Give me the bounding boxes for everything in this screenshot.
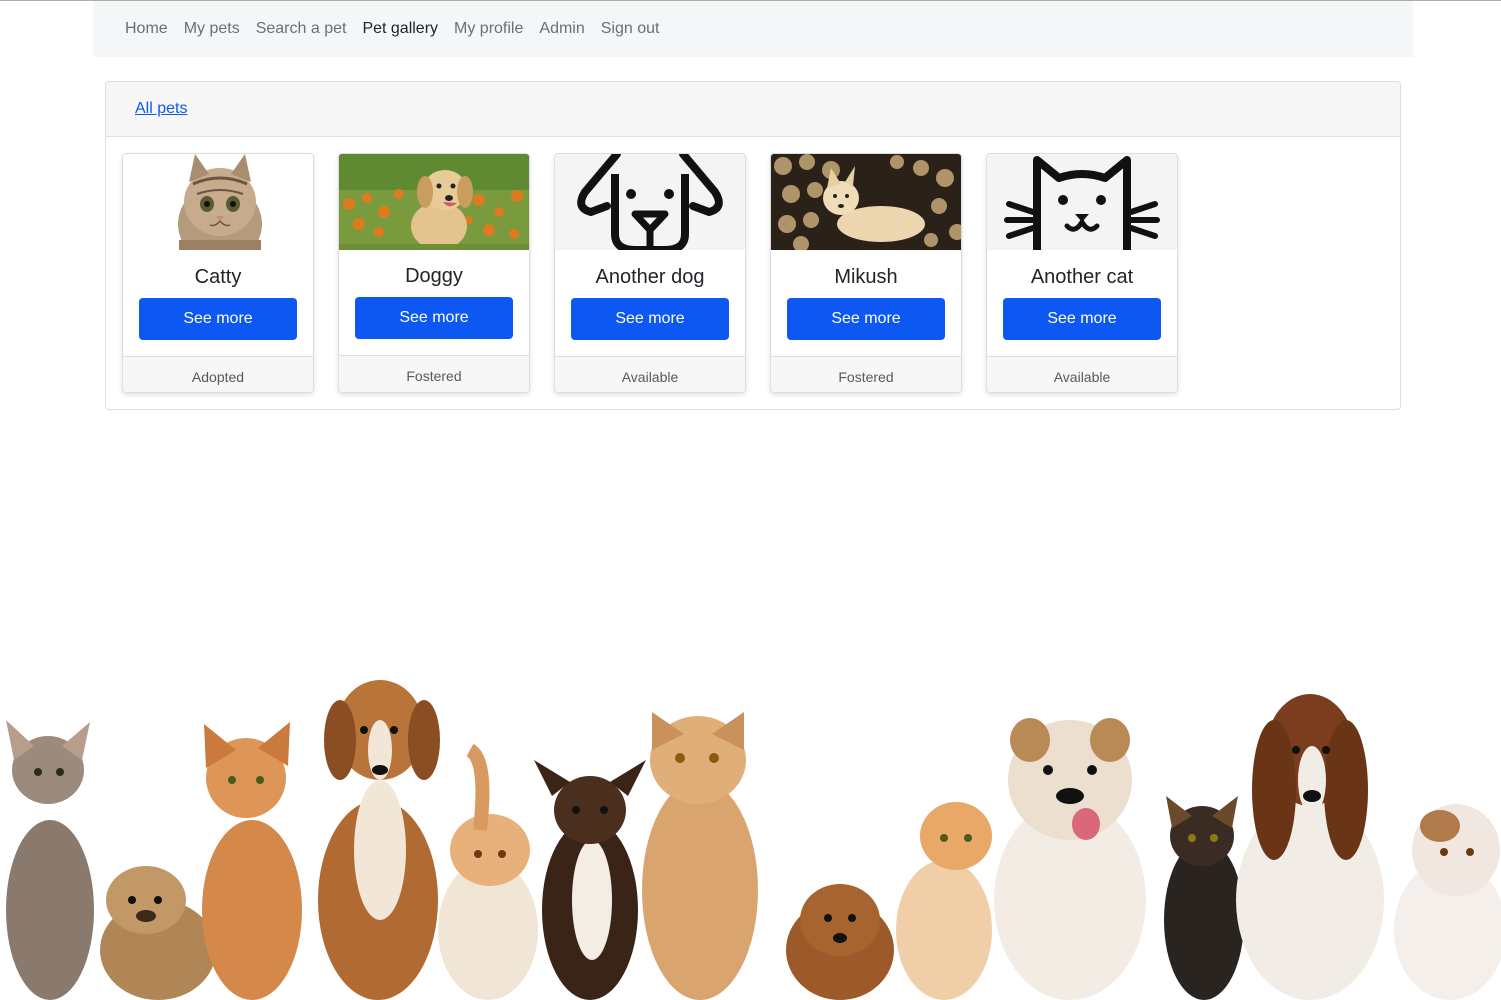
see-more-button[interactable]: See more xyxy=(355,297,513,339)
pet-gallery-panel: All pets Catty See more Adopted Doggy Se… xyxy=(105,81,1401,410)
pet-name: Mikush xyxy=(834,266,898,288)
nav-sign-out[interactable]: Sign out xyxy=(593,18,668,40)
see-more-button[interactable]: See more xyxy=(1003,298,1161,340)
all-pets-link[interactable]: All pets xyxy=(135,100,187,118)
nav-my-pets[interactable]: My pets xyxy=(176,18,248,40)
pet-card-another-dog: Another dog See more Available xyxy=(554,153,746,393)
see-more-button[interactable]: See more xyxy=(787,298,945,340)
pet-name: Another dog xyxy=(595,266,705,288)
pet-silhouette xyxy=(6,720,94,1000)
pet-name: Catty xyxy=(194,266,242,288)
nav-home[interactable]: Home xyxy=(125,18,176,40)
cats-and-dogs-lineup-photo xyxy=(0,600,1501,1000)
see-more-button[interactable]: See more xyxy=(571,298,729,340)
pet-name: Doggy xyxy=(405,265,463,287)
pet-status: Available xyxy=(555,356,745,392)
nav-my-profile[interactable]: My profile xyxy=(446,18,531,40)
dog-photo xyxy=(771,154,961,250)
cat-photo xyxy=(123,154,313,250)
pet-status: Fostered xyxy=(339,355,529,392)
dog-outline-icon xyxy=(555,154,745,250)
pet-name: Another cat xyxy=(1030,266,1134,288)
cat-outline-icon xyxy=(987,154,1177,250)
navbar: Home My pets Search a pet Pet gallery My… xyxy=(93,1,1413,57)
panel-header: All pets xyxy=(106,82,1400,137)
nav-admin[interactable]: Admin xyxy=(531,18,592,40)
pet-card-catty: Catty See more Adopted xyxy=(122,153,314,393)
see-more-button[interactable]: See more xyxy=(139,298,297,340)
puppy-photo xyxy=(339,154,529,250)
nav-search-pet[interactable]: Search a pet xyxy=(248,18,355,40)
pet-card-mikush: Mikush See more Fostered xyxy=(770,153,962,393)
pet-status: Adopted xyxy=(123,356,313,392)
pet-status: Fostered xyxy=(771,356,961,392)
pet-status: Available xyxy=(987,356,1177,392)
pet-card-another-cat: Another cat See more Available xyxy=(986,153,1178,393)
nav-list: Home My pets Search a pet Pet gallery My… xyxy=(125,18,667,40)
nav-pet-gallery[interactable]: Pet gallery xyxy=(354,18,446,40)
pet-card-doggy: Doggy See more Fostered xyxy=(338,153,530,393)
